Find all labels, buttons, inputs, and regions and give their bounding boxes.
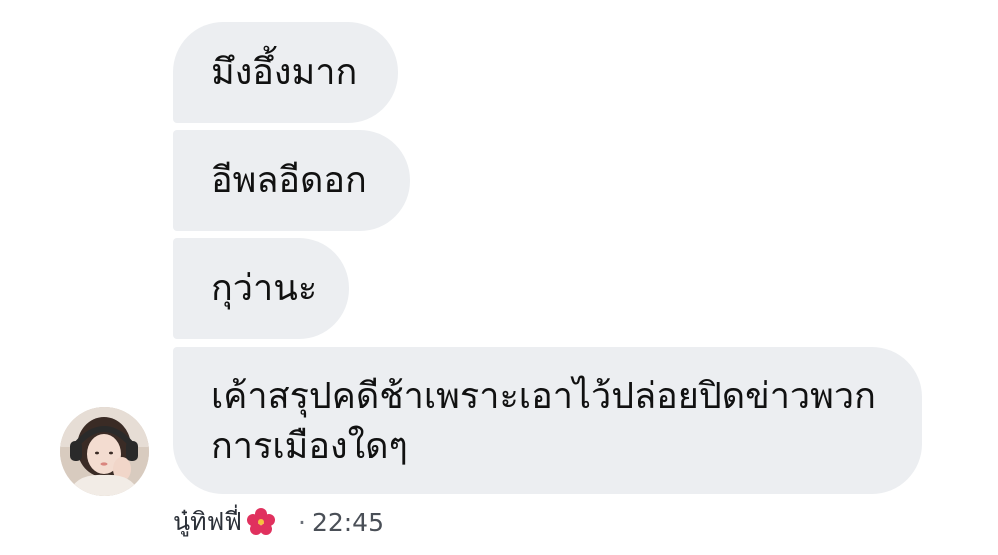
message-text: มึงอึ้งมาก xyxy=(211,51,358,93)
meta-separator: · xyxy=(297,507,306,537)
avatar-image xyxy=(60,407,149,496)
sender-name[interactable]: นู๋ทิฟฟี่ xyxy=(173,502,242,542)
message-bubble[interactable]: มึงอึ้งมาก xyxy=(173,22,398,123)
message-text: กุว่านะ xyxy=(211,267,318,309)
message-meta: นู๋ทิฟฟี่ · 22:45 xyxy=(173,505,384,539)
message-bubble[interactable]: อีพลอีดอก xyxy=(173,130,410,231)
message-bubble[interactable]: กุว่านะ xyxy=(173,238,349,339)
message-bubble[interactable]: เค้าสรุปคดีช้าเพราะเอาไว้ปล่อยปิดข่าวพวก… xyxy=(173,347,922,494)
message-text-line: การเมืองใดๆ xyxy=(211,426,408,467)
chat-thread: มึงอึ้งมาก อีพลอีดอก กุว่านะ เค้าสรุปคดี… xyxy=(0,0,998,555)
message-text: อีพลอีดอก xyxy=(211,159,367,201)
message-text-line: เค้าสรุปคดีช้าเพราะเอาไว้ปล่อยปิดข่าวพวก xyxy=(211,376,876,417)
avatar[interactable] xyxy=(60,407,149,496)
hibiscus-icon xyxy=(246,507,276,537)
timestamp: 22:45 xyxy=(311,507,384,537)
